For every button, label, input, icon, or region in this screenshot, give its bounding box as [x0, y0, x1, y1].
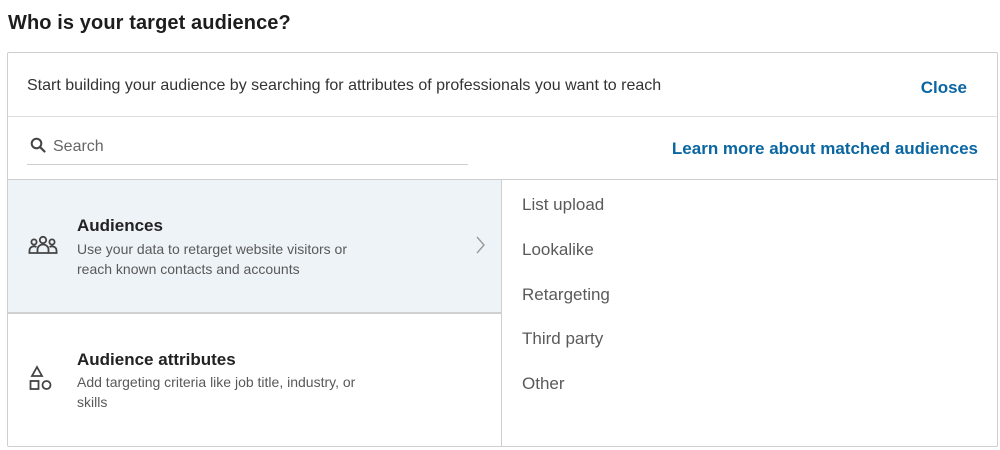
option-list: List upload Lookalike Retargeting Third …: [503, 180, 997, 447]
search-icon: [30, 137, 46, 153]
option-other[interactable]: Other: [522, 374, 565, 394]
intro-text: Start building your audience by searchin…: [27, 77, 662, 94]
option-retargeting[interactable]: Retargeting: [522, 285, 610, 305]
category-title: Audience attributes: [77, 350, 236, 369]
intro-row: Start building your audience by searchin…: [8, 53, 997, 117]
option-list-upload[interactable]: List upload: [522, 195, 604, 215]
shapes-icon: [29, 365, 52, 390]
option-third-party[interactable]: Third party: [522, 329, 603, 349]
category-description: Use your data to retarget website visito…: [77, 241, 348, 277]
category-audiences[interactable]: Audiences Use your data to retarget webs…: [8, 180, 501, 314]
category-description: Add targeting criteria like job title, i…: [77, 374, 356, 410]
audience-panel: Start building your audience by searchin…: [7, 52, 998, 447]
search-row: Learn more about matched audiences: [8, 117, 997, 179]
close-button[interactable]: Close: [921, 78, 967, 98]
category-list: Audiences Use your data to retarget webs…: [8, 180, 502, 447]
learn-more-link[interactable]: Learn more about matched audiences: [672, 139, 978, 159]
audience-selector: Audiences Use your data to retarget webs…: [8, 179, 997, 447]
search-input[interactable]: [53, 134, 463, 160]
category-title: Audiences: [77, 216, 163, 235]
page-title: Who is your target audience?: [8, 12, 291, 34]
people-group-icon: [28, 235, 58, 254]
search-box[interactable]: [27, 132, 468, 165]
chevron-right-icon: [476, 236, 485, 254]
category-audience-attributes[interactable]: Audience attributes Add targeting criter…: [8, 314, 501, 447]
option-lookalike[interactable]: Lookalike: [522, 240, 594, 260]
